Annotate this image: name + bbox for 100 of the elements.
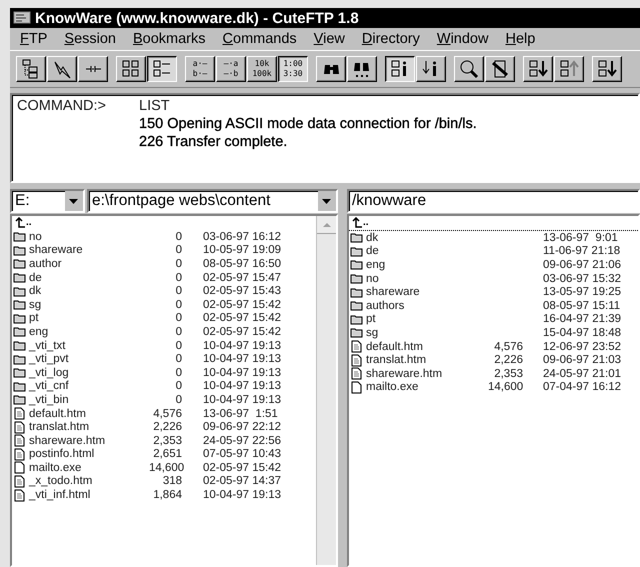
document-icon: [13, 448, 26, 461]
file-row[interactable]: mailto.exe 14,600 07-04-97 16:12: [349, 380, 638, 394]
file-row[interactable]: pt 16-04-97 21:39: [349, 312, 638, 326]
file-row[interactable]: shareware 0 10-05-97 19:09: [12, 244, 316, 258]
file-date: 02-05-97 15:42: [203, 312, 282, 324]
file-date: 10-04-97 19:13: [203, 380, 282, 392]
toolbar-button[interactable]: 10k 100k: [247, 56, 277, 82]
menu-item[interactable]: Bookmarks: [124, 31, 215, 47]
file-row[interactable]: _vti_pvt 0 10-04-97 19:13: [12, 352, 316, 366]
file-size: 0: [176, 258, 182, 270]
file-row[interactable]: _vti_txt 0 10-04-97 19:13: [12, 338, 316, 352]
file-date: 08-05-97 15:11: [543, 300, 620, 312]
file-row[interactable]: author 0 08-05-97 16:50: [12, 257, 316, 271]
dropdown-button[interactable]: [318, 191, 336, 211]
file-size: 0: [176, 272, 182, 284]
file-row[interactable]: shareware 13-05-97 19:25: [349, 285, 638, 299]
folder-icon: [350, 231, 363, 244]
log-line: 150 Opening ASCII mode data connection for /bin/ls.: [139, 115, 477, 133]
log-line: LIST: [139, 97, 170, 115]
file-row[interactable]: translat.htm 2,226 09-06-97 21:03: [349, 353, 638, 367]
file-name: no: [366, 272, 380, 285]
file-row[interactable]: default.htm 4,576 12-06-97 23:52: [349, 340, 638, 354]
file-row[interactable]: shareware.htm 2,353 24-05-97 22:56: [12, 434, 316, 448]
file-name: _vti_log: [29, 366, 70, 379]
scroll-up-icon: [322, 222, 332, 228]
file-name: dk: [29, 285, 42, 298]
up-arrow-icon: [13, 216, 26, 230]
menu-item[interactable]: FTP: [12, 31, 56, 47]
document-icon: [350, 354, 363, 367]
folder-icon: [13, 352, 26, 366]
drive-dropdown[interactable]: E:: [10, 189, 85, 213]
file-row[interactable]: _vti_cnf 0 10-04-97 19:13: [12, 380, 316, 394]
file-date: 03-06-97 16:12: [203, 230, 282, 243]
file-row[interactable]: pt 0 02-05-97 15:42: [12, 312, 316, 326]
file-name: shareware: [29, 244, 84, 256]
menu-item[interactable]: View: [306, 31, 354, 47]
file-row[interactable]: _vti_inf.html 1,864 10-04-97 19:13: [12, 488, 316, 502]
file-date: 02-05-97 15:42: [203, 326, 282, 338]
file-date: 13-05-97 19:25: [543, 286, 622, 298]
file-name: default.htm: [29, 408, 87, 420]
file-row[interactable]: _vti_bin 0 10-04-97 19:13: [12, 393, 316, 407]
file-date: 02-05-97 15:43: [203, 285, 282, 298]
dropdown-button[interactable]: [65, 191, 83, 211]
file-row[interactable]: mailto.exe 14,600 02-05-97 15:42: [12, 461, 316, 475]
file-row[interactable]: no 0 03-06-97 16:12: [12, 230, 316, 244]
menu-item[interactable]: Window: [428, 31, 498, 47]
file-date: 07-04-97 16:12: [543, 381, 622, 394]
menu-item[interactable]: Directory: [354, 31, 429, 47]
file-row[interactable]: eng 09-06-97 21:06: [349, 258, 638, 272]
file-size: 2,353: [494, 368, 523, 380]
file-name: translat.htm: [366, 354, 428, 366]
file-row[interactable]: translat.htm 2,226 09-06-97 22:12: [12, 420, 316, 434]
file-date: 11-06-97 21:18: [543, 245, 620, 258]
file-row[interactable]: shareware.htm 2,353 24-05-97 21:01: [349, 366, 638, 381]
file-icon: [350, 380, 363, 394]
file-date: 10-04-97 19:13: [203, 366, 282, 379]
file-row[interactable]: postinfo.html 2,651 07-05-97 10:43: [12, 448, 316, 462]
folder-icon: [350, 326, 363, 340]
menu-item[interactable]: Help: [497, 31, 544, 47]
folder-icon: [13, 284, 26, 298]
file-name: de: [29, 272, 43, 284]
file-name: _vti_cnf: [29, 380, 70, 392]
file-row[interactable]: _vti_log 0 10-04-97 19:13: [12, 366, 316, 380]
file-date: 09-06-97 21:06: [543, 258, 622, 271]
file-size: 0: [176, 298, 182, 311]
file-row[interactable]: eng 0 02-05-97 15:42: [12, 325, 316, 339]
file-row[interactable]: authors 08-05-97 15:11: [349, 298, 638, 313]
file-row[interactable]: default.htm 4,576 13-06-97 1:51: [12, 406, 316, 420]
toolbar-button[interactable]: —·a —·b: [216, 56, 246, 82]
file-row[interactable]: no 03-06-97 15:32: [349, 272, 638, 286]
file-icon: [13, 461, 26, 474]
menu-item[interactable]: Session: [56, 31, 125, 47]
toolbar-button[interactable]: 1:00 3:30: [278, 56, 308, 82]
binoculars-icon: [322, 64, 340, 74]
file-name: translat.htm: [29, 421, 90, 434]
file-row[interactable]: de 11-06-97 21:18: [349, 244, 638, 258]
file-row[interactable]: dk 13-06-97 9:01: [349, 231, 638, 245]
file-size: 0: [176, 340, 182, 352]
file-size: 0: [176, 366, 182, 379]
parent-directory[interactable]: ..: [26, 218, 32, 228]
file-name: sg: [366, 326, 380, 339]
file-row[interactable]: dk 0 02-05-97 15:43: [12, 284, 316, 298]
toolbar-button[interactable]: [385, 56, 415, 82]
file-row[interactable]: sg 15-04-97 18:48: [349, 326, 638, 340]
file-date: 10-04-97 19:13: [203, 353, 282, 366]
file-date: 13-06-97 1:51: [203, 408, 278, 420]
file-name: postinfo.html: [29, 448, 96, 460]
toolbar-button[interactable]: a·— b·—: [185, 56, 215, 82]
file-date: 10-05-97 19:09: [203, 244, 282, 256]
folder-icon: [350, 258, 363, 272]
file-row[interactable]: _x_todo.htm 318 02-05-97 14:37: [12, 474, 316, 488]
file-size: 0: [176, 285, 182, 298]
file-row[interactable]: de 0 02-05-97 15:47: [12, 270, 316, 284]
parent-directory[interactable]: ..: [363, 218, 369, 228]
menu-item[interactable]: Commands: [214, 31, 306, 47]
path-field[interactable]: /knowware: [347, 189, 640, 213]
file-row[interactable]: sg 0 02-05-97 15:42: [12, 298, 316, 312]
toolbar-button[interactable]: [147, 56, 177, 82]
folder-icon: [13, 244, 26, 257]
path-dropdown[interactable]: e:\frontpage webs\content: [87, 189, 338, 213]
